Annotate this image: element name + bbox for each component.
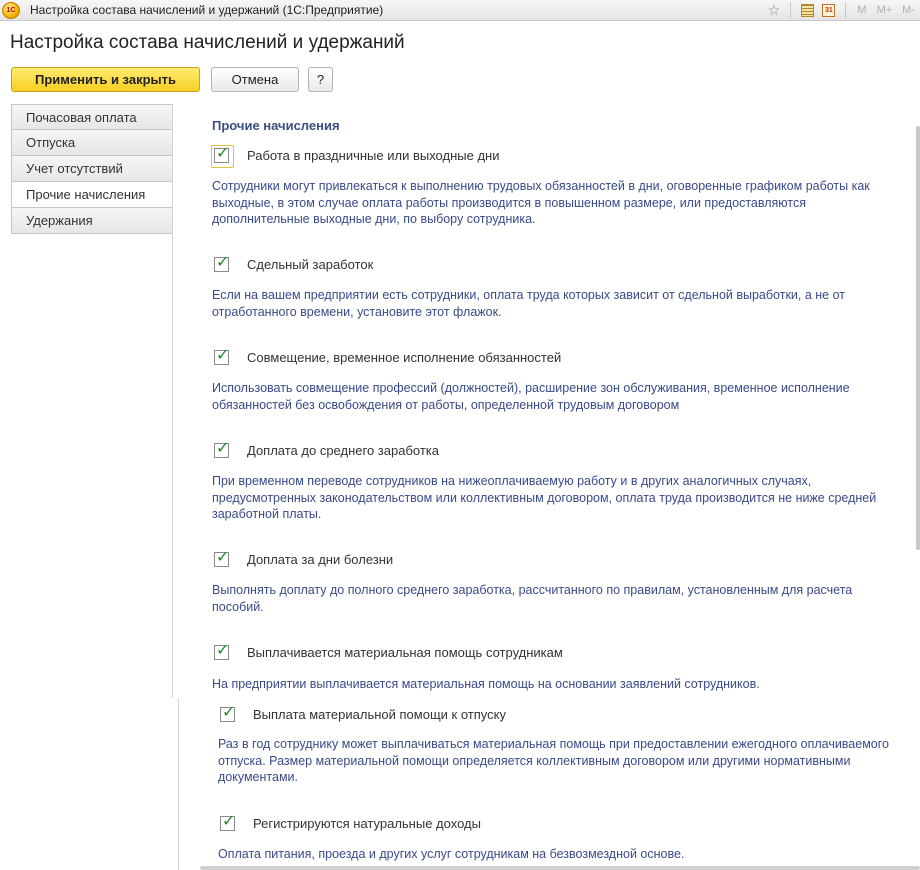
checkmark-icon: ✓: [216, 548, 230, 566]
tab-deductions[interactable]: Удержания: [11, 208, 173, 234]
average-earnings-checkbox[interactable]: ✓: [214, 439, 230, 458]
checkbox-label: Совмещение, временное исполнение обязанн…: [247, 349, 562, 365]
divider: [790, 2, 792, 18]
checkbox-row-vacation-aid[interactable]: ✓ Выплата материальной помощи к отпуску: [220, 703, 506, 723]
tab-absence-accounting[interactable]: Учет отсутствий: [11, 156, 173, 182]
memory-m-button[interactable]: M: [857, 4, 866, 16]
item-description: При временном переводе сотрудников на ни…: [212, 474, 877, 521]
checkbox-row-combination[interactable]: ✓ Совмещение, временное исполнение обяза…: [214, 346, 562, 366]
item-description: Выполнять доплату до полного среднего за…: [212, 583, 853, 614]
item-description: Сотрудники могут привлекаться к выполнен…: [212, 179, 870, 226]
checkmark-icon: ✓: [216, 253, 230, 271]
apply-and-close-button[interactable]: Применить и закрыть: [11, 67, 200, 92]
help-button[interactable]: ?: [308, 67, 333, 92]
checkbox-label: Регистрируются натуральные доходы: [253, 815, 481, 831]
checkbox-label: Доплата до среднего заработка: [247, 442, 439, 458]
checkmark-icon: ✓: [222, 703, 236, 721]
cancel-button[interactable]: Отмена: [211, 67, 299, 92]
app-logo-icon: 1С: [2, 2, 20, 19]
item-description: Использовать совмещение профессий (должн…: [212, 381, 850, 412]
checkbox-label: Работа в праздничные или выходные дни: [247, 147, 500, 163]
tab-other-accruals[interactable]: Прочие начисления: [11, 182, 173, 208]
divider: [845, 2, 847, 18]
checkmark-icon: ✓: [216, 144, 230, 162]
checkbox-row-sick-days[interactable]: ✓ Доплата за дни болезни: [214, 548, 394, 568]
section-title: Прочие начисления: [212, 118, 340, 133]
page-title: Настройка состава начислений и удержаний: [10, 32, 405, 53]
checkmark-icon: ✓: [222, 812, 236, 830]
tab-vacations[interactable]: Отпуска: [11, 130, 173, 156]
checkbox-row-holiday-work[interactable]: ✓ Работа в праздничные или выходные дни: [211, 144, 500, 168]
checkbox-row-natural-income[interactable]: ✓ Регистрируются натуральные доходы: [220, 812, 481, 832]
combination-checkbox[interactable]: ✓: [214, 346, 230, 365]
material-aid-checkbox[interactable]: ✓: [214, 641, 230, 660]
settings-tabs: Почасовая оплата Отпуска Учет отсутствий…: [11, 104, 173, 234]
memory-m-plus-button[interactable]: M+: [877, 4, 893, 16]
checkbox-label: Сдельный заработок: [247, 256, 374, 272]
sick-days-checkbox[interactable]: ✓: [214, 548, 230, 567]
horizontal-scrollbar[interactable]: [200, 866, 920, 870]
favorites-star-icon[interactable]: ☆: [767, 3, 781, 17]
checkmark-icon: ✓: [216, 346, 230, 364]
checkbox-label: Доплата за дни болезни: [247, 551, 394, 567]
divider: [172, 104, 173, 698]
checkbox-label: Выплата материальной помощи к отпуску: [253, 706, 506, 722]
checkbox-label: Выплачивается материальная помощь сотруд…: [247, 644, 563, 660]
checkmark-icon: ✓: [216, 641, 230, 659]
checkmark-icon: ✓: [216, 439, 230, 457]
window-title: Настройка состава начислений и удержаний…: [30, 3, 384, 17]
natural-income-checkbox[interactable]: ✓: [220, 812, 236, 831]
vertical-scrollbar[interactable]: [916, 126, 920, 550]
checkbox-row-piecework[interactable]: ✓ Сдельный заработок: [214, 253, 374, 273]
item-description: Раз в год сотруднику может выплачиваться…: [218, 737, 889, 784]
holiday-work-checkbox[interactable]: ✓: [211, 144, 234, 168]
memory-m-minus-button[interactable]: M-: [902, 4, 915, 16]
item-description: На предприятии выплачивается материальна…: [212, 677, 760, 691]
calculator-icon[interactable]: [801, 3, 815, 17]
window-title-bar: 1С Настройка состава начислений и удержа…: [0, 0, 920, 21]
checkbox-row-average-earnings[interactable]: ✓ Доплата до среднего заработка: [214, 439, 439, 459]
divider: [178, 698, 179, 870]
tab-hourly-pay[interactable]: Почасовая оплата: [11, 104, 173, 130]
calendar-icon[interactable]: 31: [822, 3, 836, 17]
item-description: Если на вашем предприятии есть сотрудник…: [212, 288, 846, 319]
title-bar-tools: ☆ 31 M M+ M-: [763, 1, 920, 19]
checkbox-row-material-aid[interactable]: ✓ Выплачивается материальная помощь сотр…: [214, 641, 563, 661]
piecework-checkbox[interactable]: ✓: [214, 253, 230, 272]
vacation-aid-checkbox[interactable]: ✓: [220, 703, 236, 722]
item-description: Оплата питания, проезда и других услуг с…: [218, 847, 685, 861]
